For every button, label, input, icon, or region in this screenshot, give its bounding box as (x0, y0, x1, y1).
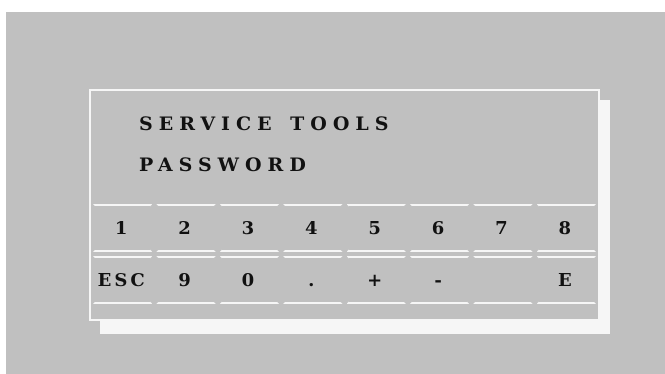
key-6[interactable]: 6 (408, 204, 471, 252)
key-3[interactable]: 3 (218, 204, 281, 252)
key-esc[interactable]: ESC (91, 256, 154, 304)
key-1[interactable]: 1 (91, 204, 154, 252)
key-plus[interactable]: + (345, 256, 408, 304)
key-blank[interactable] (471, 256, 534, 304)
key-7[interactable]: 7 (471, 204, 534, 252)
password-prompt: PASSWORD (139, 154, 312, 176)
key-0[interactable]: 0 (218, 256, 281, 304)
key-9[interactable]: 9 (154, 256, 217, 304)
display-screen: SERVICE TOOLS PASSWORD 1 2 3 4 5 6 7 8 E… (6, 12, 665, 374)
keypad-row-1: 1 2 3 4 5 6 7 8 (91, 204, 598, 252)
key-decimal[interactable]: . (281, 256, 344, 304)
key-5[interactable]: 5 (345, 204, 408, 252)
screen-title: SERVICE TOOLS (139, 113, 395, 135)
service-tools-panel: SERVICE TOOLS PASSWORD 1 2 3 4 5 6 7 8 E… (89, 89, 600, 321)
key-2[interactable]: 2 (154, 204, 217, 252)
key-enter[interactable]: E (535, 256, 598, 304)
key-minus[interactable]: - (408, 256, 471, 304)
key-8[interactable]: 8 (535, 204, 598, 252)
key-4[interactable]: 4 (281, 204, 344, 252)
keypad-row-2: ESC 9 0 . + - E (91, 256, 598, 304)
